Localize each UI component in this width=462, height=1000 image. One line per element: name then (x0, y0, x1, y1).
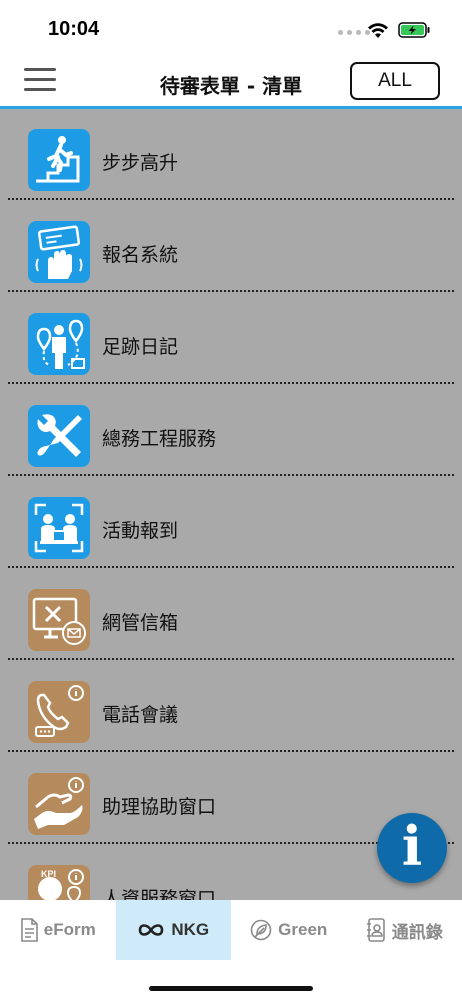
leaf-icon (250, 919, 272, 941)
document-icon (20, 918, 38, 942)
phone-meeting-icon (28, 681, 90, 743)
hr-kpi-icon: KPI (28, 865, 90, 900)
wifi-icon (368, 23, 388, 38)
list-item-label: 助理協助窗口 (102, 796, 217, 818)
form-list[interactable]: 步步高升 報名系統 足跡日記 總務工程服務 活動報到 網管信箱 電話會議 助理協… (0, 109, 462, 900)
helping-hand-icon (28, 773, 90, 835)
home-indicator[interactable] (149, 986, 313, 991)
list-item-label: 活動報到 (102, 520, 179, 542)
event-checkin-icon (28, 497, 90, 559)
info-button[interactable]: i (377, 813, 447, 883)
list-item-label: 報名系統 (102, 244, 179, 266)
list-item-label: 電話會議 (102, 704, 179, 726)
dotted-divider (8, 658, 454, 660)
contacts-book-icon (366, 918, 385, 942)
dotted-divider (8, 382, 454, 384)
tab-label: 通訊錄 (391, 922, 443, 942)
list-item-event-checkin[interactable]: 活動報到 (0, 477, 462, 569)
svg-text:KPI: KPI (41, 869, 56, 879)
list-item-label: 步步高升 (102, 152, 179, 174)
screen: 10:04 待審表單 - 清單 ALL 步步高升 報名系統 足跡日記 總務工程服… (0, 0, 462, 1000)
info-icon: i (401, 814, 423, 878)
footprint-route-icon (28, 313, 90, 375)
tab-label: NKG (171, 920, 210, 939)
status-time: 10:04 (48, 18, 100, 40)
list-item-label: 網管信箱 (102, 612, 179, 634)
network-mail-icon (28, 589, 90, 651)
list-item-promotion[interactable]: 步步高升 (0, 109, 462, 201)
tab-eform[interactable]: eForm (0, 900, 116, 960)
status-bar: 10:04 (0, 0, 462, 60)
infinity-icon (139, 924, 164, 936)
home-indicator-area (0, 960, 462, 1000)
list-item-general-affairs[interactable]: 總務工程服務 (0, 385, 462, 477)
dotted-divider (8, 750, 454, 752)
list-item-footprint-diary[interactable]: 足跡日記 (0, 293, 462, 385)
wrench-screwdriver-icon (28, 405, 90, 467)
list-item-phone-meeting[interactable]: 電話會議 (0, 661, 462, 753)
dotted-divider (8, 198, 454, 200)
dotted-divider (8, 474, 454, 476)
tab-contacts[interactable]: 通訊錄 (347, 900, 462, 960)
battery-charging-icon (398, 22, 430, 38)
tab-nkg[interactable]: NKG (115, 900, 231, 960)
registration-ticket-icon (28, 221, 90, 283)
dotted-divider (8, 566, 454, 568)
list-item-network-mailbox[interactable]: 網管信箱 (0, 569, 462, 661)
list-item-label: 人資服務窗口 (102, 888, 217, 900)
list-item-registration[interactable]: 報名系統 (0, 201, 462, 293)
list-item-label: 總務工程服務 (102, 428, 217, 450)
dotted-divider (8, 290, 454, 292)
list-item-label: 足跡日記 (102, 336, 179, 358)
tab-label: Green (278, 920, 328, 939)
bottom-tab-bar: eForm NKG Green 通訊錄 (0, 900, 462, 960)
stairs-climbing-icon (28, 129, 90, 191)
tab-green[interactable]: Green (231, 900, 347, 960)
tab-label: eForm (43, 920, 96, 939)
all-filter-button[interactable]: ALL (350, 62, 440, 100)
header: 待審表單 - 清單 ALL (0, 60, 462, 109)
